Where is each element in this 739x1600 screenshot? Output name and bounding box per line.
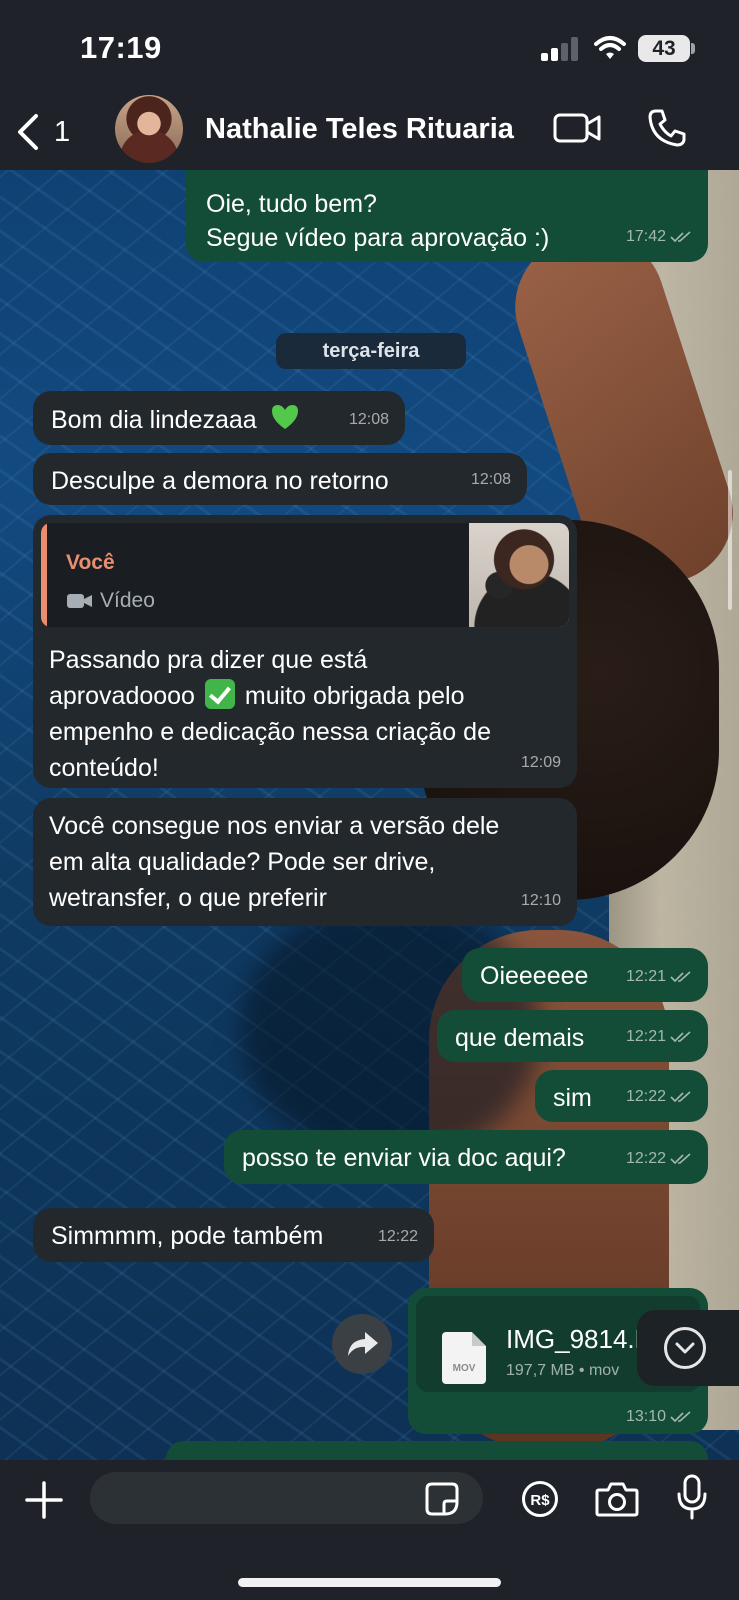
message-outgoing[interactable]: Oieeeeee 12:21 [462, 948, 708, 1002]
message-incoming[interactable]: Você consegue nos enviar a versão dele e… [33, 798, 577, 926]
double-check-icon [670, 1152, 691, 1164]
double-check-icon [670, 970, 691, 982]
message-time: 12:21 [626, 1019, 692, 1054]
message-text: Segue vídeo para aprovação :) [206, 224, 550, 252]
message-incoming[interactable]: Simmmm, pode também 12:22 [33, 1208, 434, 1262]
document-name: IMG_9814.M [506, 1324, 657, 1354]
time-text: 12:22 [625, 1088, 666, 1105]
document-icon: MOV [442, 1332, 486, 1384]
message-incoming[interactable]: Bom dia lindezaaa 12:08 [33, 391, 405, 445]
message-text-line: aprovadoooo muito obrigada pelo [49, 679, 464, 714]
forward-button[interactable] [332, 1314, 392, 1374]
time-text: 12:22 [625, 1150, 666, 1167]
message-text: posso te enviar via doc aqui? [242, 1144, 566, 1172]
message-outgoing[interactable]: Oie, tudo bem? Segue vídeo para aprovaçã… [186, 170, 708, 262]
quote-accent-bar [41, 523, 47, 627]
scroll-indicator[interactable] [728, 470, 732, 610]
time-text: 12:10 [520, 892, 561, 909]
battery-icon: 43 [638, 35, 690, 62]
message-text: sim [553, 1084, 592, 1112]
double-check-icon [670, 230, 691, 242]
quote-author: Você [66, 551, 115, 574]
message-time: 12:22 [378, 1219, 418, 1254]
message-text: Oieeeeee [480, 962, 589, 990]
contact-name[interactable]: Nathalie Teles Rituaria [205, 113, 514, 146]
back-chevron-icon [18, 114, 38, 150]
quoted-message[interactable]: Você Vídeo [41, 523, 569, 627]
camera-icon[interactable] [595, 1480, 639, 1518]
quote-type: Vídeo [66, 583, 155, 618]
cellular-signal-icon [541, 37, 581, 61]
time-text: 12:08 [470, 471, 511, 488]
message-text: Bom dia lindezaaa [51, 406, 257, 434]
time-text: 12:09 [520, 754, 561, 771]
message-text: em alta qualidade? Pode ser drive, [49, 848, 436, 876]
check-mark-emoji-icon [204, 679, 235, 709]
message-time: 12:08 [349, 402, 389, 437]
time-text: 13:10 [625, 1408, 666, 1425]
message-text: wetransfer, o que preferir [49, 884, 327, 912]
plus-icon[interactable] [24, 1480, 64, 1520]
svg-text:R$: R$ [530, 1492, 550, 1509]
message-incoming-reply[interactable]: Você Vídeo Passando pra dizer que está a… [33, 515, 577, 788]
message-text: Desculpe a demora no retorno [51, 467, 389, 495]
date-separator: terça-feira [276, 333, 466, 369]
home-indicator[interactable] [238, 1578, 501, 1587]
message-composer: R$ [0, 1460, 739, 1600]
message-time: 12:08 [471, 462, 511, 497]
message-time: 12:09 [521, 745, 561, 780]
double-check-icon [670, 1090, 691, 1102]
message-time: 12:22 [626, 1141, 692, 1176]
wifi-icon [594, 36, 626, 59]
message-text: conteúdo! [49, 754, 159, 782]
unread-count: 1 [54, 115, 71, 148]
message-time: 17:42 [626, 219, 692, 254]
forward-icon [348, 1332, 378, 1356]
time-text: 12:21 [625, 968, 666, 985]
message-text: empenho e dedicação nessa criação de [49, 718, 491, 746]
video-icon [67, 593, 92, 608]
battery-level: 43 [652, 37, 676, 60]
chevron-down-icon [664, 1327, 706, 1369]
time-text: 12:22 [377, 1228, 418, 1245]
message-outgoing[interactable]: sim 12:22 [535, 1070, 708, 1122]
message-text: Você consegue nos enviar a versão dele [49, 812, 500, 840]
double-check-icon [670, 1030, 691, 1042]
message-text: Simmmm, pode também [51, 1222, 324, 1250]
status-bar: 17:19 43 [0, 0, 739, 95]
video-camera-icon[interactable] [553, 111, 601, 145]
message-text: que demais [455, 1024, 585, 1052]
green-heart-icon [271, 405, 298, 429]
double-check-icon [670, 1411, 691, 1423]
scroll-to-bottom-button[interactable] [637, 1310, 739, 1386]
message-text: aprovadoooo [49, 682, 195, 710]
message-incoming[interactable]: Desculpe a demora no retorno 12:08 [33, 453, 527, 505]
phone-icon[interactable] [647, 108, 687, 148]
message-outgoing[interactable]: posso te enviar via doc aqui? 12:22 [224, 1130, 708, 1184]
document-type-label: MOV [452, 1363, 476, 1374]
chat-header: 1 Nathalie Teles Rituaria [0, 95, 739, 170]
time-text: 12:08 [348, 411, 389, 428]
message-text: Oie, tudo bem? [206, 190, 377, 218]
time-text: 12:21 [625, 1028, 666, 1045]
payment-icon[interactable]: R$ [521, 1480, 559, 1518]
message-time: 12:22 [626, 1079, 692, 1114]
message-time: 12:10 [521, 883, 561, 918]
document-meta: 197,7 MB • mov [506, 1362, 620, 1379]
quote-thumbnail [469, 523, 569, 627]
message-text: muito obrigada pelo [244, 682, 465, 710]
status-time: 17:19 [80, 30, 162, 65]
back-button[interactable]: 1 [14, 107, 70, 157]
message-outgoing[interactable]: que demais 12:21 [437, 1010, 708, 1062]
message-time: 13:10 [626, 1408, 692, 1426]
avatar[interactable] [115, 95, 183, 163]
message-time: 12:21 [626, 959, 692, 994]
battery-cap [691, 43, 695, 54]
quote-type-label: Vídeo [100, 589, 155, 612]
message-text: Passando pra dizer que está [49, 646, 368, 674]
microphone-icon[interactable] [677, 1474, 707, 1520]
time-text: 17:42 [625, 228, 666, 245]
sticker-icon[interactable] [425, 1482, 459, 1516]
